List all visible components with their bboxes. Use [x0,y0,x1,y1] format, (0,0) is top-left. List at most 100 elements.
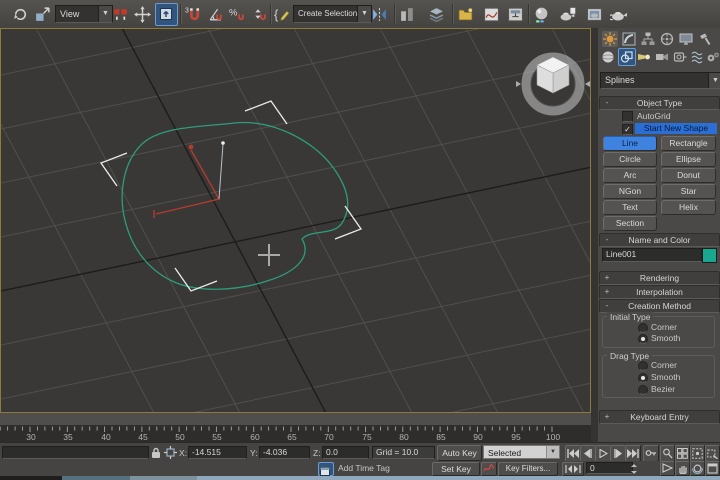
object-color-swatch[interactable] [702,248,717,263]
rollout-rendering[interactable]: + Rendering [599,271,720,285]
perspective-viewport[interactable] [0,28,591,413]
object-type-arc-button[interactable]: Arc [603,168,657,183]
set-key-button[interactable]: Set Key [432,462,480,476]
pan-view-button[interactable] [675,461,690,476]
drag-type-corner-radio[interactable] [638,361,648,371]
object-type-line-button[interactable]: Line [603,136,657,151]
drag-type-smooth-radio[interactable] [638,373,648,383]
go-to-end-button[interactable] [625,445,641,462]
manage-layers-icon[interactable] [428,6,445,23]
curve-editor-icon[interactable] [483,6,500,23]
selection-lock-icon[interactable] [150,446,162,459]
expand-icon[interactable]: + [603,411,611,423]
rendered-frame-window-icon[interactable] [586,6,603,23]
spinner-snap-toggle-icon[interactable] [250,6,267,23]
category-space-warps-icon[interactable] [690,49,706,65]
display-floater-icon[interactable] [457,6,474,23]
use-pivot-point-center-icon[interactable] [112,6,129,23]
set-key-selection-dropdown[interactable]: Selected ▼ [483,445,560,459]
schematic-view-icon[interactable] [507,6,524,23]
zoom-all-button[interactable] [675,445,690,462]
collapse-icon[interactable]: - [603,234,611,246]
category-lights-icon[interactable] [636,49,652,65]
object-type-ngon-button[interactable]: NGon [603,184,657,199]
current-frame-field[interactable]: 0 [586,462,633,474]
object-type-ellipse-button[interactable]: Ellipse [661,152,716,167]
mirror-icon[interactable] [371,6,388,23]
maximize-viewport-toggle-button[interactable] [705,461,720,476]
orbit-viewport-button[interactable] [690,461,705,476]
initial-type-smooth-radio[interactable] [638,334,648,344]
snaps-toggle-icon[interactable]: 3 [185,6,202,23]
select-and-manipulate-icon[interactable] [134,6,151,23]
named-selection-set-dropdown[interactable]: Create Selection Se ▼ [293,5,372,23]
zoom-viewport-button[interactable] [660,445,675,462]
object-type-rectangle-button[interactable]: Rectangle [661,136,716,151]
expand-icon[interactable]: + [603,272,611,284]
auto-key-button[interactable]: Auto Key [437,445,482,461]
object-type-helix-button[interactable]: Helix [661,200,716,215]
start-new-shape-checkbox[interactable]: ✓ [622,124,633,135]
category-shapes-button[interactable] [618,48,636,66]
add-time-tag-icon[interactable] [318,462,334,476]
rollout-interpolation[interactable]: + Interpolation [599,285,720,299]
next-frame-button[interactable] [610,445,626,462]
key-filters-button[interactable]: Key Filters... [498,462,558,476]
initial-type-corner-radio[interactable] [638,323,648,333]
tab-display-icon[interactable] [678,31,694,47]
spline-curve[interactable] [122,123,347,290]
category-helpers-icon[interactable] [672,49,688,65]
start-new-shape-button[interactable]: Start New Shape [635,123,717,134]
tab-motion-icon[interactable] [659,31,675,47]
reference-coordinate-dropdown[interactable]: View ▼ [55,5,113,23]
expand-icon[interactable]: + [603,286,611,298]
y-coordinate-field[interactable]: -4.036 [259,446,310,459]
add-time-tag-label[interactable]: Add Time Tag [338,463,390,473]
select-and-rotate-icon[interactable] [12,6,29,23]
field-of-view-button[interactable] [660,461,675,476]
object-name-field[interactable]: Line001 [602,248,702,262]
collapse-icon[interactable]: - [603,300,611,312]
viewport-canvas[interactable] [1,29,590,412]
rollout-keyboard-entry[interactable]: + Keyboard Entry [599,410,720,424]
render-production-icon[interactable] [610,6,627,23]
drag-type-bezier-radio[interactable] [638,385,648,395]
absolute-mode-icon[interactable] [164,446,177,459]
object-type-text-button[interactable]: Text [603,200,657,215]
rollout-name-and-color[interactable]: - Name and Color [599,233,720,247]
go-to-start-button[interactable] [565,445,581,462]
percent-snap-toggle-icon[interactable]: % [229,6,246,23]
play-animation-button[interactable] [595,445,611,462]
tab-utilities-icon[interactable] [697,31,713,47]
category-systems-icon[interactable] [705,49,720,65]
frame-spinner[interactable] [630,462,638,474]
angle-snap-toggle-icon[interactable] [207,6,224,23]
object-type-circle-button[interactable]: Circle [603,152,657,167]
key-mode-toggle-button[interactable] [643,445,659,462]
chevron-down-icon[interactable]: ▼ [357,6,371,22]
material-editor-icon[interactable] [533,6,550,23]
object-type-section-button[interactable]: Section [603,216,657,231]
zoom-region-button[interactable] [705,445,720,462]
key-step-toggle-button[interactable] [562,462,584,476]
collapse-icon[interactable]: - [603,97,611,109]
track-bar[interactable]: 30 35 40 45 50 55 60 65 70 75 80 85 90 9… [0,425,591,442]
tab-hierarchy-icon[interactable] [640,31,656,47]
z-coordinate-field[interactable]: 0.0 [322,446,369,459]
rollout-object-type[interactable]: - Object Type [599,96,720,110]
zoom-extents-button[interactable] [690,445,705,462]
object-type-donut-button[interactable]: Donut [661,168,716,183]
keyboard-shortcut-override-toggle[interactable] [155,3,178,26]
previous-frame-button[interactable] [580,445,596,462]
align-icon[interactable] [399,6,416,23]
shape-category-dropdown[interactable]: Splines ▼ [600,72,720,89]
chevron-down-icon[interactable]: ▼ [98,6,112,22]
viewcube[interactable] [516,57,590,111]
select-and-scale-icon[interactable] [34,6,51,23]
category-cameras-icon[interactable] [654,49,670,65]
render-setup-icon[interactable] [559,6,576,23]
category-geometry-icon[interactable] [600,49,616,65]
x-coordinate-field[interactable]: -14.515 [188,446,247,459]
autogrid-checkbox[interactable] [622,111,633,122]
chevron-down-icon[interactable]: ▼ [546,446,559,458]
